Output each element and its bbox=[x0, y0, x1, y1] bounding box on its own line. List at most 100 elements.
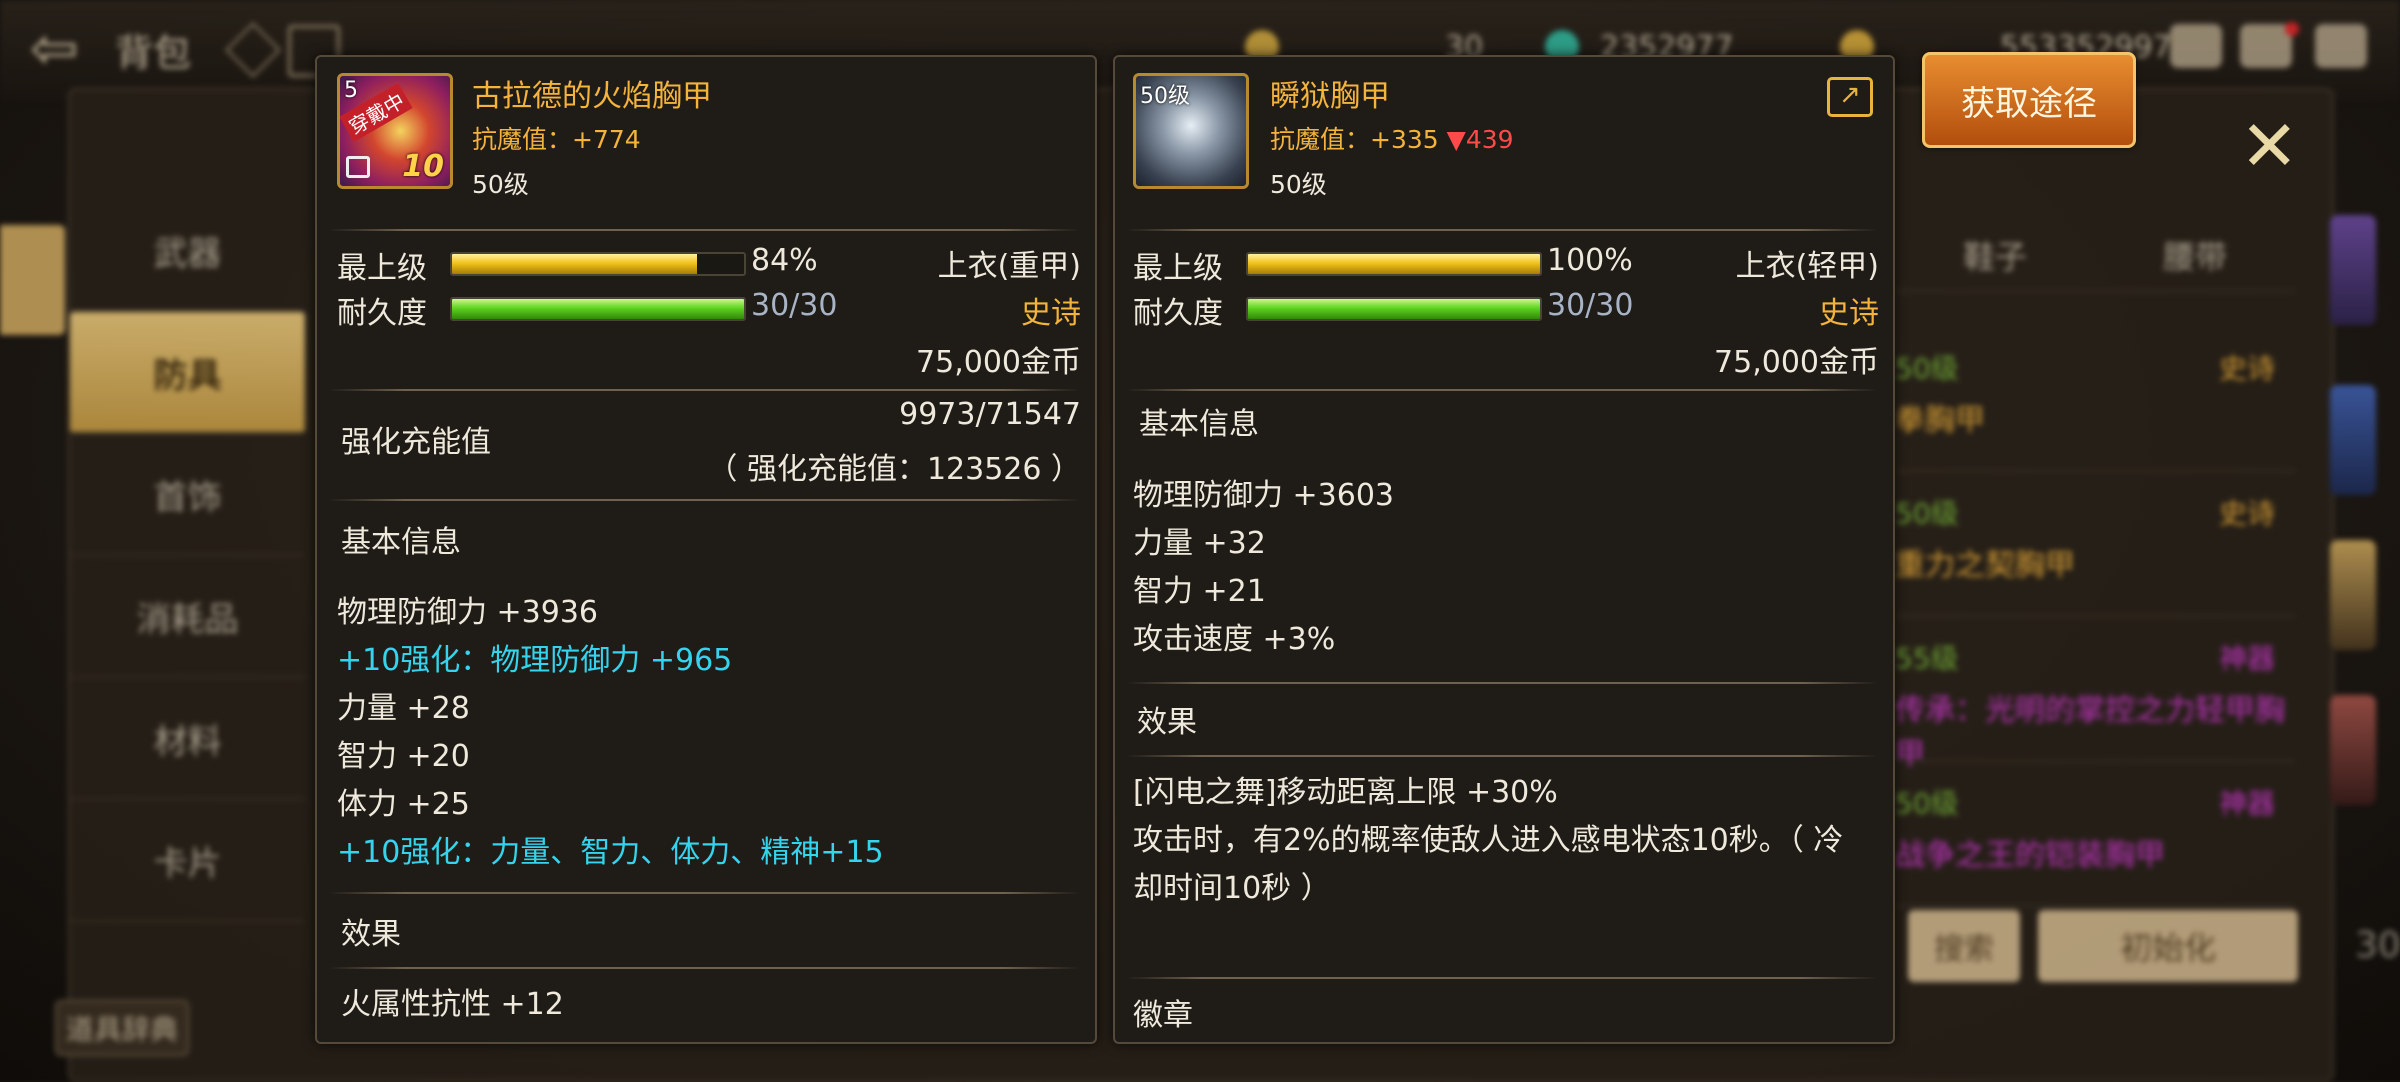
top-grade-bar bbox=[1246, 252, 1542, 276]
effect-line: [闪电之舞]移动距离上限 +30% bbox=[1133, 775, 1558, 810]
list-item-level: 50级 bbox=[1895, 497, 1959, 530]
list-item[interactable]: 50级 神器 战争之王的铠装胸甲 bbox=[1895, 770, 2295, 907]
item-level: 50级 bbox=[472, 170, 529, 199]
stat-line-enhance: +10强化：物理防御力 +965 bbox=[337, 643, 733, 678]
divider bbox=[329, 389, 1079, 391]
item-rarity: 史诗 bbox=[1021, 296, 1081, 331]
magic-resist-value: +774 bbox=[572, 125, 641, 154]
stat-line: 智力 +20 bbox=[337, 739, 470, 774]
stat-line: 力量 +28 bbox=[337, 691, 470, 726]
category-nav: 武器 防具 首饰 消耗品 材料 卡片 bbox=[70, 190, 305, 922]
magic-resist-label: 抗魔值： bbox=[472, 125, 573, 154]
back-arrow-icon[interactable]: ⇦ bbox=[30, 18, 100, 78]
reset-button[interactable]: 初始化 bbox=[2038, 910, 2298, 982]
durability-fill bbox=[1248, 299, 1540, 319]
page-title: 背包 bbox=[115, 31, 192, 75]
partial-count: 30 bbox=[2355, 925, 2400, 966]
item-name: 古拉德的火焰胸甲 bbox=[472, 79, 712, 114]
slot-tabs: 鞋子 腰带 bbox=[1895, 220, 2295, 292]
list-item[interactable]: 50级 史诗 重力之契胸甲 bbox=[1895, 480, 2295, 617]
bag-icon[interactable] bbox=[2170, 24, 2222, 68]
nav-item-material[interactable]: 材料 bbox=[70, 678, 305, 800]
icon-level-badge: 5 bbox=[344, 78, 358, 103]
stat-line: 体力 +25 bbox=[337, 787, 470, 822]
magic-resist-value: +335 bbox=[1370, 125, 1439, 154]
search-button[interactable]: 搜索 bbox=[1908, 910, 2020, 982]
compare-item-card: 50级 ↗ 瞬狱胸甲 抗魔值：+335 ▼439 50级 最上级 100% 上衣… bbox=[1113, 55, 1895, 1044]
list-item[interactable]: 50级 史诗 拳胸甲 bbox=[1895, 335, 2295, 472]
top-grade-label: 最上级 bbox=[337, 251, 427, 286]
acquire-route-button[interactable]: 获取途径 bbox=[1922, 52, 2136, 148]
list-item-rarity: 神器 bbox=[2218, 642, 2275, 675]
divider bbox=[329, 229, 1079, 231]
nav-item-consumable[interactable]: 消耗品 bbox=[70, 556, 305, 678]
stat-line-enhance: +10强化：力量、智力、体力、精神+15 bbox=[337, 835, 884, 870]
character-thumbnail[interactable] bbox=[2330, 215, 2376, 325]
list-item-rarity: 史诗 bbox=[2218, 497, 2275, 530]
list-item-rarity: 神器 bbox=[2218, 787, 2275, 820]
nav-item-accessory[interactable]: 首饰 bbox=[70, 434, 305, 556]
flame-breastplate-icon[interactable]: 5 穿戴中 10 bbox=[337, 73, 453, 189]
basic-info-header: 基本信息 bbox=[1139, 407, 1259, 442]
character-thumbnail[interactable] bbox=[2330, 695, 2376, 805]
magic-resist-diff: ▼439 bbox=[1446, 125, 1514, 154]
stat-line: 物理防御力 +3603 bbox=[1133, 478, 1395, 513]
tab-belt[interactable]: 腰带 bbox=[2163, 232, 2227, 278]
top-grade-bar bbox=[450, 252, 746, 276]
list-item-level: 50级 bbox=[1895, 787, 1959, 820]
nav-item-weapon[interactable]: 武器 bbox=[70, 190, 305, 312]
list-item[interactable]: 55级 神器 传承：光明的掌控之力轻甲胸甲 bbox=[1895, 625, 2295, 772]
icon-level-badge: 50级 bbox=[1140, 84, 1190, 109]
effect-line: 却时间10秒 ） bbox=[1133, 871, 1331, 906]
divider bbox=[329, 967, 1079, 969]
effect-header: 效果 bbox=[1137, 705, 1197, 740]
divider bbox=[1127, 977, 1877, 979]
chat-icon[interactable] bbox=[2315, 24, 2367, 68]
magic-resist-row: 抗魔值：+335 ▼439 bbox=[1270, 120, 1514, 156]
character-thumbnail[interactable] bbox=[2330, 385, 2376, 495]
divider bbox=[1127, 389, 1877, 391]
effect-header: 效果 bbox=[341, 917, 401, 952]
charge-value: 9973/71547 bbox=[899, 397, 1081, 432]
item-level: 50级 bbox=[1270, 170, 1327, 199]
item-price: 75,000金币 bbox=[1714, 345, 1879, 380]
divider bbox=[1127, 755, 1877, 757]
tab-shoes[interactable]: 鞋子 bbox=[1963, 232, 2027, 278]
durability-label: 耐久度 bbox=[1133, 296, 1223, 331]
durability-label: 耐久度 bbox=[337, 296, 427, 331]
side-tab[interactable] bbox=[0, 225, 65, 335]
magic-resist-row: 抗魔值：+774 bbox=[472, 120, 641, 156]
stat-line: 力量 +32 bbox=[1133, 526, 1266, 561]
charge-total: （ 强化充能值：123526 ） bbox=[707, 452, 1081, 487]
nav-item-armor[interactable]: 防具 bbox=[70, 312, 305, 434]
top-grade-fill bbox=[452, 254, 698, 274]
character-thumbnail[interactable] bbox=[2330, 540, 2376, 650]
durability-bar bbox=[450, 297, 746, 321]
item-rarity: 史诗 bbox=[1819, 296, 1879, 331]
durability-value: 30/30 bbox=[751, 288, 838, 323]
hell-breastplate-icon[interactable]: 50级 bbox=[1133, 73, 1249, 189]
effect-line: 攻击时，有2%的概率使敌人进入感电状态10秒。（ 冷 bbox=[1133, 823, 1844, 858]
settings-diamond-icon[interactable] bbox=[225, 22, 281, 78]
effect-line: 火属性抗性 +12 bbox=[341, 987, 564, 1022]
stat-line: 物理防御力 +3936 bbox=[337, 595, 599, 630]
share-icon[interactable]: ↗ bbox=[1827, 77, 1873, 117]
item-price: 75,000金币 bbox=[916, 345, 1081, 380]
top-grade-value: 100% bbox=[1547, 243, 1633, 278]
list-item-name: 战争之王的铠装胸甲 bbox=[1895, 838, 2165, 873]
list-item-level: 55级 bbox=[1895, 642, 1959, 675]
nav-item-card[interactable]: 卡片 bbox=[70, 800, 305, 922]
item-dictionary-button[interactable]: 道具辞典 bbox=[55, 1000, 189, 1056]
divider bbox=[329, 892, 1079, 894]
basic-info-header: 基本信息 bbox=[341, 525, 461, 560]
list-item-name: 拳胸甲 bbox=[1895, 403, 1985, 438]
list-item-level: 50级 bbox=[1895, 352, 1959, 385]
durability-value: 30/30 bbox=[1547, 288, 1634, 323]
enhance-badge: 10 bbox=[402, 149, 444, 184]
divider bbox=[1127, 229, 1877, 231]
durability-fill bbox=[452, 299, 744, 319]
stat-line: 攻击速度 +3% bbox=[1133, 622, 1336, 657]
list-item-name: 重力之契胸甲 bbox=[1895, 548, 2075, 583]
close-icon[interactable]: ✕ bbox=[2240, 105, 2299, 187]
top-grade-fill bbox=[1248, 254, 1540, 274]
